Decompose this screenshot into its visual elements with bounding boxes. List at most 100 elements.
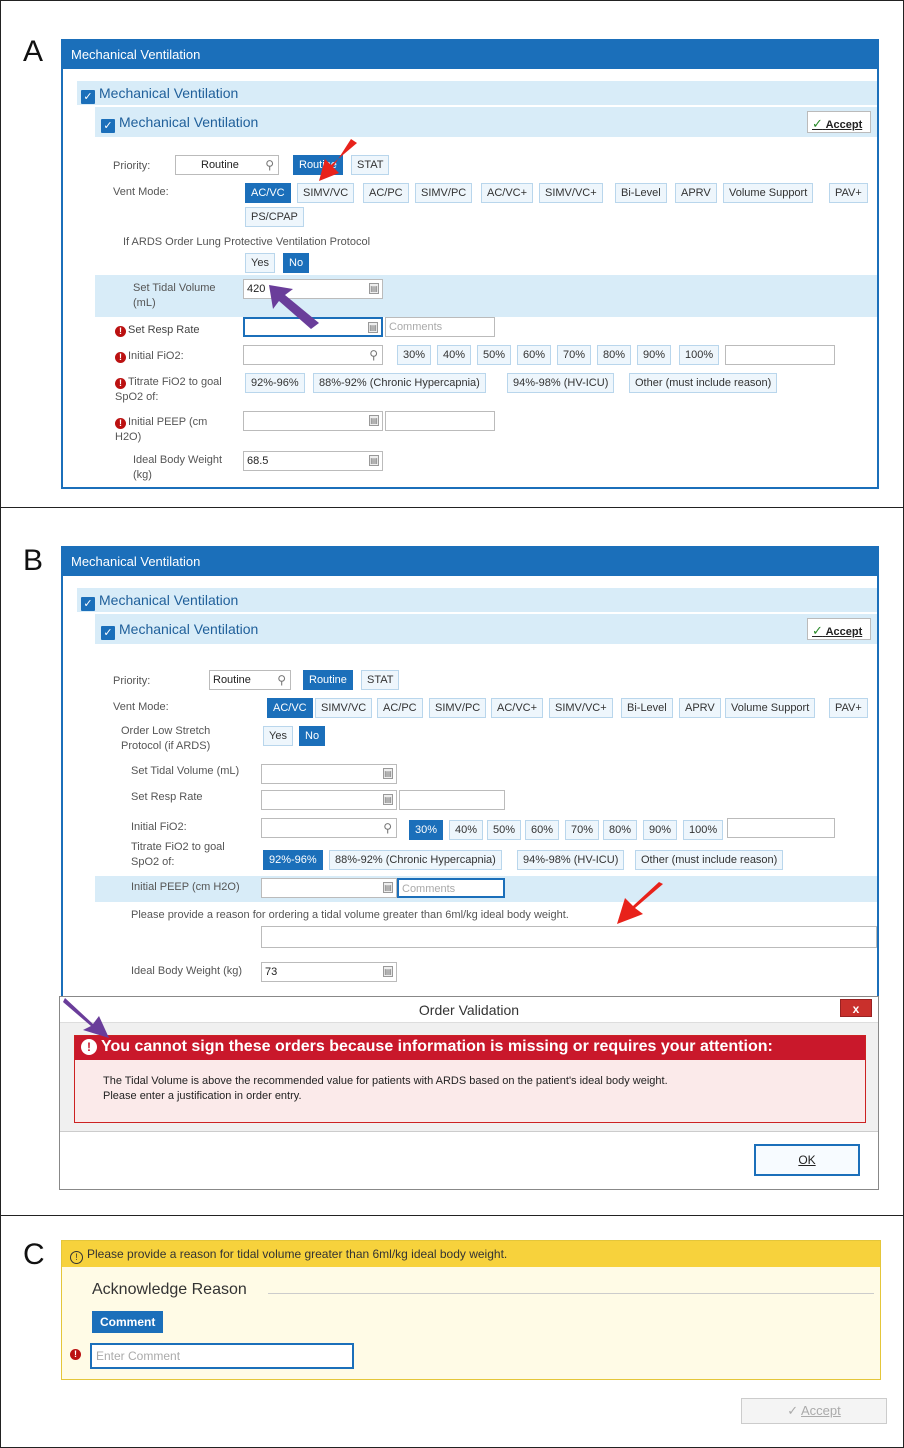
checkbox-icon[interactable]: ✓ — [81, 597, 95, 611]
priority-routine-button[interactable]: Routine — [303, 670, 353, 690]
accept-button[interactable]: ✓ Accept — [741, 1398, 887, 1424]
ibw-field[interactable]: 68.5 ▤ — [243, 451, 383, 471]
fio2-80[interactable]: 80% — [603, 820, 638, 840]
fio2-30[interactable]: 30% — [409, 820, 444, 840]
titrate-92-96[interactable]: 92%-96% — [263, 850, 323, 870]
fio2-field[interactable]: ⚲ — [243, 345, 383, 365]
fio2-40[interactable]: 40% — [449, 820, 484, 840]
ards-no-button[interactable]: No — [283, 253, 310, 273]
titrate-94-98[interactable]: 94%-98% (HV-ICU) — [517, 850, 625, 870]
vent-mode-volume-support[interactable]: Volume Support — [725, 698, 816, 718]
calculator-icon[interactable]: ▤ — [368, 322, 378, 333]
search-icon[interactable]: ⚲ — [383, 821, 392, 835]
fio2-50[interactable]: 50% — [487, 820, 522, 840]
checkbox-icon[interactable]: ✓ — [101, 626, 115, 640]
vent-mode-simv-vc-plus[interactable]: SIMV/VC+ — [539, 183, 603, 203]
fio2-70[interactable]: 70% — [557, 345, 592, 365]
section-header[interactable]: ✓ Mechanical Ventilation — [77, 81, 877, 105]
vent-mode-pav-plus[interactable]: PAV+ — [829, 698, 868, 718]
fio2-60[interactable]: 60% — [525, 820, 560, 840]
vent-mode-volume-support[interactable]: Volume Support — [723, 183, 814, 203]
vent-mode-bi-level[interactable]: Bi-Level — [621, 698, 673, 718]
peep-comments[interactable] — [385, 411, 495, 431]
vent-mode-ac-vc[interactable]: AC/VC — [267, 698, 313, 718]
fio2-60[interactable]: 60% — [517, 345, 552, 365]
priority-field[interactable]: Routine ⚲ — [209, 670, 291, 690]
vent-mode-ac-vc[interactable]: AC/VC — [245, 183, 291, 203]
vent-mode-simv-vc-plus[interactable]: SIMV/VC+ — [549, 698, 613, 718]
vent-mode-bi-level[interactable]: Bi-Level — [615, 183, 667, 203]
tidal-volume-field[interactable]: ▤ — [261, 764, 397, 784]
calculator-icon[interactable]: ▤ — [383, 794, 393, 805]
calculator-icon[interactable]: ▤ — [383, 882, 393, 893]
vent-mode-ac-pc[interactable]: AC/PC — [377, 698, 423, 718]
reason-prompt: Please provide a reason for ordering a t… — [131, 909, 569, 921]
section-header[interactable]: ✓ Mechanical Ventilation — [77, 588, 877, 612]
resp-rate-comments[interactable] — [399, 790, 505, 810]
search-icon[interactable]: ⚲ — [277, 673, 286, 687]
vent-mode-simv-pc[interactable]: SIMV/PC — [415, 183, 473, 203]
vent-mode-aprv[interactable]: APRV — [679, 698, 721, 718]
fio2-100[interactable]: 100% — [683, 820, 724, 840]
close-button[interactable]: x — [840, 999, 872, 1017]
comment-button[interactable]: Comment — [92, 1311, 164, 1333]
calculator-icon[interactable]: ▤ — [369, 455, 379, 466]
calculator-icon[interactable]: ▤ — [383, 768, 393, 779]
vent-mode-aprv[interactable]: APRV — [675, 183, 717, 203]
vent-mode-ac-vc-plus[interactable]: AC/VC+ — [491, 698, 544, 718]
peep-comments[interactable]: Comments — [397, 878, 505, 898]
vent-mode-ac-pc[interactable]: AC/PC — [363, 183, 409, 203]
fio2-other-field[interactable] — [727, 818, 835, 838]
reason-field[interactable] — [261, 926, 877, 948]
accept-button[interactable]: ✓ Accept — [807, 618, 871, 640]
titrate-other[interactable]: Other (must include reason) — [629, 373, 778, 393]
order-header[interactable]: ✓ Mechanical Ventilation ✓ Accept — [95, 614, 877, 644]
ok-button[interactable]: OK — [754, 1144, 860, 1176]
fio2-field[interactable]: ⚲ — [261, 818, 397, 838]
titrate-other[interactable]: Other (must include reason) — [635, 850, 784, 870]
ards-yes-button[interactable]: Yes — [245, 253, 275, 273]
comment-input[interactable]: Enter Comment — [90, 1343, 354, 1369]
vent-mode-simv-pc[interactable]: SIMV/PC — [429, 698, 487, 718]
fio2-100[interactable]: 100% — [679, 345, 720, 365]
priority-field[interactable]: Routine ⚲ — [175, 155, 279, 175]
low-stretch-no-button[interactable]: No — [299, 726, 326, 746]
titrate-88-92[interactable]: 88%-92% (Chronic Hypercapnia) — [313, 373, 486, 393]
fio2-90[interactable]: 90% — [637, 345, 672, 365]
fio2-50[interactable]: 50% — [477, 345, 512, 365]
calculator-icon[interactable]: ▤ — [383, 966, 393, 977]
order-label: Mechanical Ventilation — [119, 114, 259, 130]
titrate-92-96[interactable]: 92%-96% — [245, 373, 305, 393]
titrate-88-92[interactable]: 88%-92% (Chronic Hypercapnia) — [329, 850, 502, 870]
titrate-94-98[interactable]: 94%-98% (HV-ICU) — [507, 373, 615, 393]
fio2-70[interactable]: 70% — [565, 820, 600, 840]
search-icon[interactable]: ⚲ — [265, 158, 274, 172]
fio2-other-field[interactable] — [725, 345, 835, 365]
low-stretch-yes-button[interactable]: Yes — [263, 726, 293, 746]
priority-stat-button[interactable]: STAT — [361, 670, 400, 690]
checkbox-icon[interactable]: ✓ — [101, 119, 115, 133]
order-header[interactable]: ✓ Mechanical Ventilation ✓ Accept — [95, 107, 877, 137]
fio2-80[interactable]: 80% — [597, 345, 632, 365]
vent-mode-ac-vc-plus[interactable]: AC/VC+ — [481, 183, 534, 203]
vent-mode-simv-vc[interactable]: SIMV/VC — [315, 698, 373, 718]
peep-field[interactable]: ▤ — [243, 411, 383, 431]
acknowledge-card: ! Please provide a reason for tidal volum… — [61, 1240, 881, 1380]
calculator-icon[interactable]: ▤ — [369, 415, 379, 426]
peep-field[interactable]: ▤ — [261, 878, 397, 898]
fio2-90[interactable]: 90% — [643, 820, 678, 840]
calculator-icon[interactable]: ▤ — [369, 283, 379, 294]
accept-button[interactable]: ✓ Accept — [807, 111, 871, 133]
priority-label: Priority: — [113, 160, 151, 172]
fio2-30[interactable]: 30% — [397, 345, 432, 365]
checkbox-icon[interactable]: ✓ — [81, 90, 95, 104]
vent-mode-ps-cpap[interactable]: PS/CPAP — [245, 207, 304, 227]
search-icon[interactable]: ⚲ — [369, 348, 378, 362]
resp-rate-comments[interactable]: Comments — [385, 317, 495, 337]
mechanical-ventilation-window: Mechanical Ventilation ✓ Mechanical Venti… — [61, 546, 879, 1000]
vent-mode-simv-vc[interactable]: SIMV/VC — [297, 183, 355, 203]
vent-mode-pav-plus[interactable]: PAV+ — [829, 183, 868, 203]
ibw-field[interactable]: 73 ▤ — [261, 962, 397, 982]
fio2-40[interactable]: 40% — [437, 345, 472, 365]
resp-rate-field[interactable]: ▤ — [261, 790, 397, 810]
